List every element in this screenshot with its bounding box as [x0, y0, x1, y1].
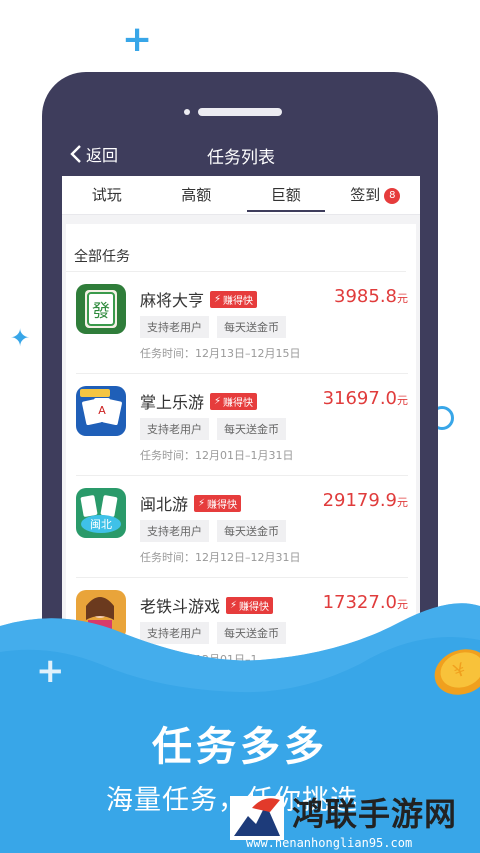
- tab-huge[interactable]: 巨额: [241, 176, 331, 214]
- tag: 每天送金币: [217, 622, 286, 644]
- task-item[interactable]: 老铁斗游戏 ⚡ 赚得快 17327.0元 支持老用户 每天送金币 任务时间：12月…: [76, 578, 408, 680]
- task-amount: 17327.0元: [323, 592, 408, 613]
- tag: 每天送金币: [217, 520, 286, 542]
- laotie-app-icon: [76, 590, 126, 640]
- amount-value: 29179.9: [322, 490, 397, 511]
- task-item[interactable]: 闽北 闽北游 ⚡ 赚得快 29179.9元 支持老用户 每天送金币 任务时间：12…: [76, 476, 408, 578]
- task-name-text: 闽北游: [140, 495, 189, 514]
- lightning-icon: ⚡: [214, 395, 222, 407]
- tag: 支持老用户: [140, 622, 209, 644]
- coin-icon: ¥: [434, 649, 480, 695]
- task-name: 老铁斗游戏 ⚡ 赚得快: [140, 593, 274, 617]
- task-name: 闽北游 ⚡ 赚得快: [140, 491, 242, 515]
- tab-trial[interactable]: 试玩: [62, 176, 152, 214]
- tab-bar: 试玩 高额 巨额 签到 8: [62, 176, 420, 215]
- watermark-name: 鸿联手游网: [292, 795, 458, 833]
- hot-badge-label: 赚得快: [239, 601, 270, 613]
- task-name-text: 麻将大亨: [140, 291, 205, 310]
- tab-badge: 8: [384, 188, 401, 204]
- hot-badge-label: 赚得快: [223, 295, 254, 307]
- amount-unit: 元: [397, 292, 408, 305]
- tag: 每天送金币: [217, 316, 286, 338]
- amount-unit: 元: [397, 496, 408, 509]
- task-tags: 支持老用户 每天送金币: [140, 316, 286, 338]
- amount-value: 3985.8: [334, 286, 397, 307]
- hot-badge: ⚡ 赚得快: [210, 392, 258, 410]
- watermark-logo-icon: [230, 796, 284, 840]
- tab-checkin[interactable]: 签到 8: [331, 176, 421, 214]
- task-name: 麻将大亨 ⚡ 赚得快: [140, 287, 258, 311]
- amount-unit: 元: [397, 394, 408, 407]
- card-game-app-icon: A: [76, 386, 126, 436]
- tag: 支持老用户: [140, 520, 209, 542]
- watermark-url: www.henanhonglian95.com: [246, 836, 413, 850]
- task-name-text: 老铁斗游戏: [140, 597, 221, 616]
- tag: 支持老用户: [140, 316, 209, 338]
- title-bar: 返回 任务列表: [62, 132, 420, 176]
- task-time: 任务时间：12月01日–1月31日: [140, 449, 294, 462]
- tab-label: 试玩: [91, 186, 122, 204]
- task-item[interactable]: 發 麻将大亨 ⚡ 赚得快 3985.8元 支持老用户 每天送金币 任务时间：12月…: [76, 272, 408, 374]
- svg-text:發: 發: [92, 301, 110, 322]
- task-amount: 3985.8元: [334, 286, 408, 307]
- promo-headline: 任务多多: [152, 724, 328, 770]
- amount-value: 17327.0: [322, 592, 397, 613]
- svg-text:A: A: [98, 404, 106, 417]
- hot-badge-label: 赚得快: [223, 397, 254, 409]
- tab-label: 巨额: [270, 186, 301, 204]
- lightning-icon: ⚡: [214, 293, 222, 305]
- hot-badge: ⚡ 赚得快: [194, 494, 242, 512]
- task-name-text: 掌上乐游: [140, 393, 205, 412]
- tab-label: 签到: [350, 186, 381, 204]
- task-list: 全部任务 發 麻将大亨 ⚡ 赚得快 3985.8元 支持老用户 每天送金币 任务时…: [66, 224, 416, 692]
- tab-high[interactable]: 高额: [152, 176, 242, 214]
- page-title: 任务列表: [207, 148, 275, 168]
- amount-unit: 元: [397, 598, 408, 611]
- task-item[interactable]: A 掌上乐游 ⚡ 赚得快 31697.0元 支持老用户 每天送金币 任务时间：12…: [76, 374, 408, 476]
- task-tags: 支持老用户 每天送金币: [140, 418, 286, 440]
- amount-value: 31697.0: [322, 388, 397, 409]
- task-name: 掌上乐游 ⚡ 赚得快: [140, 389, 258, 413]
- lightning-icon: ⚡: [198, 497, 206, 509]
- task-time: 任务时间：12月13日–12月15日: [140, 347, 301, 360]
- svg-text:闽北: 闽北: [90, 518, 112, 531]
- minbei-app-icon: 闽北: [76, 488, 126, 538]
- task-amount: 29179.9元: [323, 490, 408, 511]
- task-time: 任务时间：12月01日–1: [140, 653, 258, 666]
- tab-label: 高额: [181, 186, 212, 204]
- task-tags: 支持老用户 每天送金币: [140, 520, 286, 542]
- sparkle-icon: +: [122, 19, 153, 60]
- camera-dot: [184, 109, 190, 115]
- task-tags: 支持老用户 每天送金币: [140, 622, 286, 644]
- mahjong-app-icon: 發: [76, 284, 126, 334]
- sparkle-icon: +: [36, 651, 65, 691]
- lightning-icon: ⚡: [230, 599, 238, 611]
- task-time: 任务时间：12月12日–12月31日: [140, 551, 301, 564]
- section-title: 全部任务: [66, 224, 406, 272]
- sparkle-icon: ✦: [10, 324, 31, 352]
- app-screen: 返回 任务列表 试玩 高额 巨额 签到 8 全部任务 發 麻将大亨 ⚡ 赚得快 39…: [62, 132, 420, 692]
- phone-speaker: [198, 108, 282, 116]
- task-amount: 31697.0元: [323, 388, 408, 409]
- tag: 支持老用户: [140, 418, 209, 440]
- tag: 每天送金币: [217, 418, 286, 440]
- hot-badge: ⚡ 赚得快: [210, 290, 258, 308]
- hot-badge-label: 赚得快: [207, 499, 238, 511]
- hot-badge: ⚡ 赚得快: [226, 596, 274, 614]
